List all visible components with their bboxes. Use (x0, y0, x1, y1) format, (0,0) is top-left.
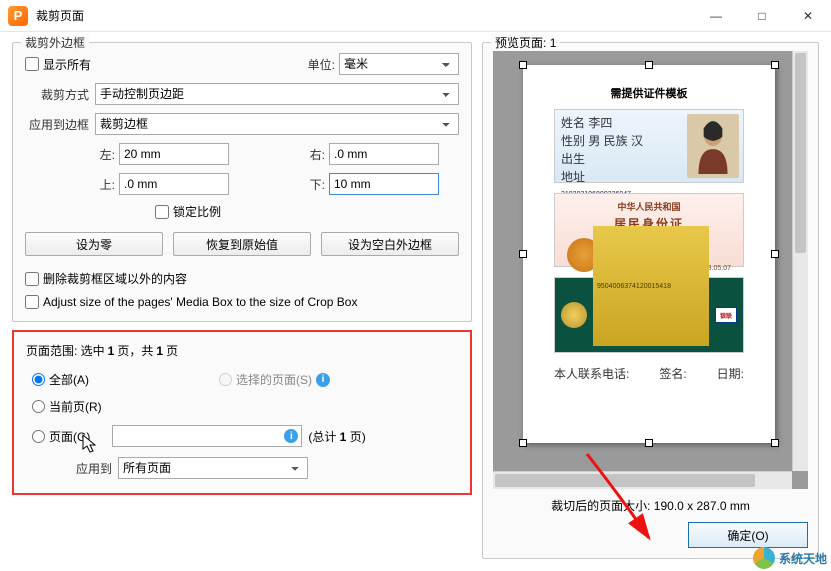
preview-area[interactable]: 需提供证件模板 姓名 李四 性别 男 民族 汉 出生 地址 2102031968… (493, 51, 808, 489)
lock-ratio-checkbox[interactable] (155, 205, 169, 219)
crop-mode-combo[interactable]: 手动控制页边距 (95, 83, 459, 105)
bottom-input[interactable] (329, 173, 439, 195)
apply-to-combo[interactable]: 所有页面 (118, 457, 308, 479)
show-all-text: 显示所有 (43, 56, 91, 73)
id-card-front: 姓名 李四 性别 男 民族 汉 出生 地址 210203196809236047 (554, 109, 744, 183)
unit-label: 单位: (308, 56, 335, 73)
restore-button[interactable]: 恢复到原始值 (173, 232, 311, 256)
pages-input[interactable] (112, 425, 302, 447)
crop-size-info: 裁切后的页面大小: 190.0 x 287.0 mm (493, 497, 808, 514)
crop-mode-label: 裁剪方式 (25, 86, 89, 103)
doc-footer: 本人联系电话: 签名: 日期: (554, 365, 744, 382)
page-range-heading: 页面范围: 选中 1 页，共 1 页 (26, 342, 458, 359)
set-blank-button[interactable]: 设为空白外边框 (321, 232, 459, 256)
radio-selected-label[interactable]: 选择的页面(S) (219, 371, 312, 388)
adjust-media-checkbox-label[interactable]: Adjust size of the pages' Media Box to t… (25, 295, 357, 309)
preview-legend: 预览页面: 1 (491, 34, 560, 51)
show-all-checkbox-label[interactable]: 显示所有 (25, 56, 91, 73)
coin-icon (561, 302, 587, 328)
info-icon[interactable]: i (316, 373, 330, 387)
remove-outside-checkbox[interactable] (25, 272, 39, 286)
crop-handle[interactable] (771, 250, 779, 258)
left-label: 左: (87, 146, 115, 163)
page-range-group: 页面范围: 选中 1 页，共 1 页 全部(A) 选择的页面(S) i (12, 330, 472, 495)
crop-handle[interactable] (645, 439, 653, 447)
show-all-checkbox[interactable] (25, 57, 39, 71)
top-input[interactable] (119, 173, 229, 195)
radio-current-label[interactable]: 当前页(R) (32, 398, 102, 415)
preview-group: 预览页面: 1 需提供证件模板 姓名 李四 性别 男 民族 汉 (482, 42, 819, 559)
crop-handle[interactable] (645, 61, 653, 69)
radio-all-label[interactable]: 全部(A) (32, 371, 89, 388)
maximize-button[interactable]: □ (739, 0, 785, 32)
apply-to-label: 应用到 (62, 460, 112, 477)
bank-card: 9504006374120015418 银联 (554, 277, 744, 353)
crop-handle[interactable] (771, 439, 779, 447)
crop-handle[interactable] (519, 439, 527, 447)
adjust-media-checkbox[interactable] (25, 295, 39, 309)
radio-current[interactable] (32, 400, 45, 413)
right-label: 右: (297, 146, 325, 163)
set-zero-button[interactable]: 设为零 (25, 232, 163, 256)
doc-content: 需提供证件模板 姓名 李四 性别 男 民族 汉 出生 地址 2102031968… (549, 85, 749, 382)
top-label: 上: (87, 176, 115, 193)
radio-pages-label[interactable]: 页面(G) (32, 428, 90, 445)
radio-pages[interactable] (32, 430, 45, 443)
scrollbar-thumb[interactable] (795, 53, 806, 253)
left-input[interactable] (119, 143, 229, 165)
crop-handle[interactable] (771, 61, 779, 69)
radio-all[interactable] (32, 373, 45, 386)
titlebar: P 裁剪页面 — □ ✕ (0, 0, 831, 32)
horizontal-scrollbar[interactable] (493, 471, 792, 489)
remove-outside-text: 删除裁剪框区域以外的内容 (43, 270, 187, 287)
right-input[interactable] (329, 143, 439, 165)
total-pages-text: (总计 1 页) (308, 428, 365, 445)
apply-border-label: 应用到边框 (25, 116, 89, 133)
doc-title: 需提供证件模板 (611, 85, 688, 101)
close-button[interactable]: ✕ (785, 0, 831, 32)
window-title: 裁剪页面 (36, 7, 84, 24)
scrollbar-thumb[interactable] (495, 474, 755, 487)
preview-page[interactable]: 需提供证件模板 姓名 李四 性别 男 民族 汉 出生 地址 2102031968… (523, 65, 775, 443)
bottom-label: 下: (297, 176, 325, 193)
lock-ratio-text: 锁定比例 (173, 203, 221, 220)
ok-button[interactable]: 确定(O) (688, 522, 808, 548)
minimize-button[interactable]: — (693, 0, 739, 32)
unit-combo[interactable]: 毫米 (339, 53, 459, 75)
vertical-scrollbar[interactable] (792, 51, 808, 471)
unionpay-icon: 银联 (715, 307, 737, 323)
app-icon: P (8, 6, 28, 26)
crop-group-legend: 裁剪外边框 (21, 34, 89, 51)
crop-margins-group: 裁剪外边框 显示所有 单位: 毫米 裁剪方式 手动控制页边距 应用到 (12, 42, 472, 322)
lock-ratio-checkbox-label[interactable]: 锁定比例 (155, 203, 221, 220)
adjust-media-text: Adjust size of the pages' Media Box to t… (43, 295, 357, 309)
remove-outside-checkbox-label[interactable]: 删除裁剪框区域以外的内容 (25, 270, 187, 287)
radio-selected (219, 373, 232, 386)
apply-border-combo[interactable]: 裁剪边框 (95, 113, 459, 135)
portrait-icon (687, 114, 739, 178)
crop-handle[interactable] (519, 250, 527, 258)
crop-handle[interactable] (519, 61, 527, 69)
